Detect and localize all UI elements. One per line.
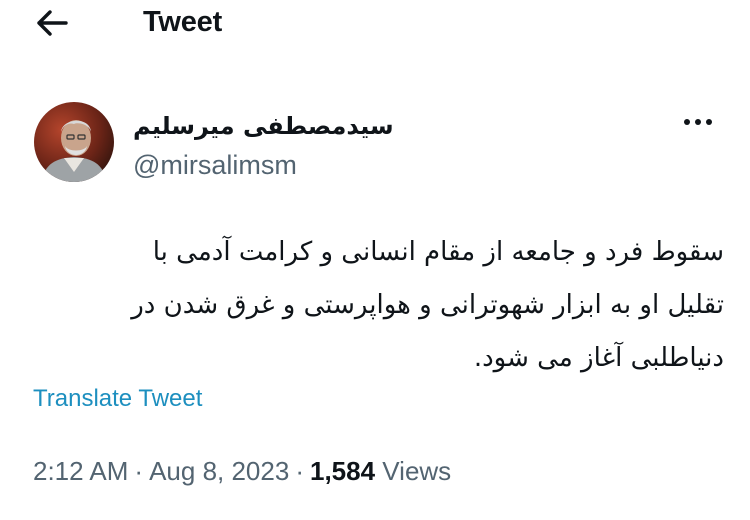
tweet-text: سقوط فرد و جامعه از مقام انسانی و کرامت …	[24, 226, 724, 385]
tweet-text-line: دنیاطلبی آغاز می شود.	[473, 343, 724, 373]
tweet-metadata: 2:12 AM · Aug 8, 2023 · 1,584 Views	[33, 454, 451, 488]
more-options-button[interactable]	[676, 104, 720, 140]
tweet-header: Tweet	[0, 0, 750, 50]
back-button[interactable]	[30, 6, 74, 40]
page-title: Tweet	[143, 6, 223, 38]
author-display-name[interactable]: سیدمصطفی میرسلیم	[133, 110, 394, 142]
arrow-left-icon	[37, 10, 68, 36]
tweet-time[interactable]: 2:12 AM	[33, 456, 128, 486]
translate-tweet-link[interactable]: Translate Tweet	[33, 384, 202, 414]
meta-separator: ·	[134, 456, 144, 486]
avatar[interactable]	[34, 102, 114, 182]
tweet-date[interactable]: Aug 8, 2023	[149, 456, 289, 486]
more-horizontal-icon	[684, 119, 712, 125]
tweet-text-line: سقوط فرد و جامعه از مقام انسانی و کرامت …	[152, 237, 724, 267]
views-label: Views	[382, 456, 452, 486]
meta-separator: ·	[295, 456, 304, 486]
views-count: 1,584	[309, 456, 376, 486]
author-handle[interactable]: @mirsalimsm	[133, 148, 297, 182]
tweet-text-line: تقلیل او به ابزار شهوترانی و هواپرستی و …	[131, 290, 724, 320]
user-avatar-icon	[34, 102, 114, 182]
